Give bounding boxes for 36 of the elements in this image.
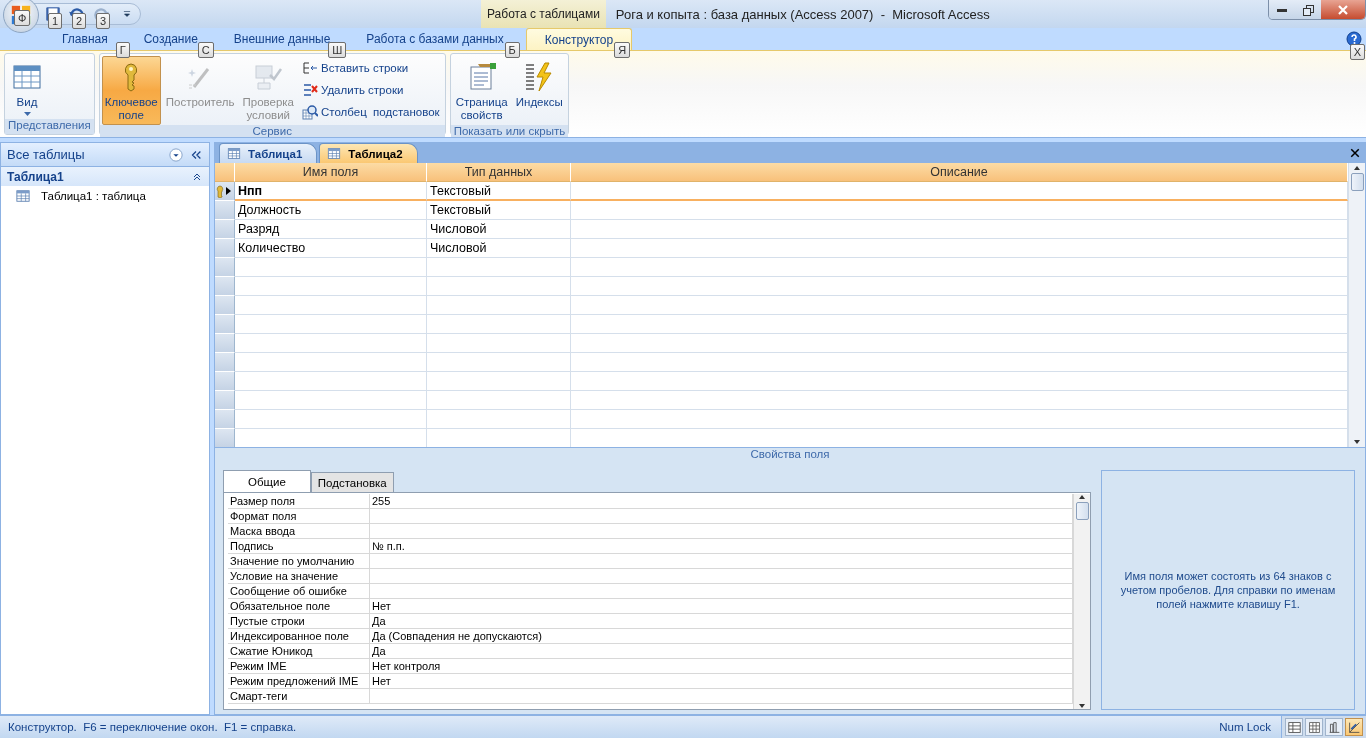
num-lock-indicator: Num Lock [1219, 721, 1271, 733]
keytip-tooltip: Б [504, 42, 520, 58]
group-label: Представления [5, 119, 94, 134]
property-name: Подпись [228, 539, 370, 554]
property-name: Размер поля [228, 494, 370, 509]
keytip-tooltip: С [197, 42, 214, 58]
pane-title: Все таблицы [7, 147, 86, 162]
group-label: Сервис [99, 125, 445, 137]
keytip-tooltip: 3 [96, 13, 111, 29]
status-text: Конструктор. F6 = переключение окон. F1 = справка. [8, 721, 298, 733]
section-title: Свойства поля [215, 447, 1365, 462]
keytip-tooltip: Ф [14, 10, 31, 26]
property-name: Условие на значение [228, 569, 370, 584]
property-name: Смарт-теги [228, 689, 370, 704]
group-title: Таблица1 [7, 169, 64, 184]
help-text: Имя поля может состоять из 64 знаков с учетом пробелов. Для справки по именам полей нажмите клавишу F1. [1101, 470, 1355, 710]
property-name: Значение по умолчанию [228, 554, 370, 569]
keytip-tooltip: Я [614, 42, 631, 58]
property-name: Индексированное поле [228, 629, 370, 644]
property-name: Пустые строки [228, 614, 370, 629]
property-name: Обязательное поле [228, 599, 370, 614]
item-label: Таблица1 : таблица [41, 190, 146, 202]
property-name: Режим предложений IME [228, 674, 370, 689]
property-name: Формат поля [228, 509, 370, 524]
keytip-tooltip: Ш [328, 42, 347, 58]
keytip-tooltip: Г [115, 42, 130, 58]
keytip-tooltip: 2 [72, 13, 87, 29]
context-tab-label: Работа с таблицами [481, 0, 606, 28]
keytip-tooltip: 1 [48, 13, 63, 29]
property-name: Режим IME [228, 659, 370, 674]
group-label: Показать или скрыть [450, 125, 569, 137]
window-title: Рога и копыта : база данных (Access 2007) - Microsoft Access [615, 6, 990, 22]
property-name: Сообщение об ошибке [228, 584, 370, 599]
property-name: Сжатие Юникод [228, 644, 370, 659]
property-name: Маска ввода [228, 524, 370, 539]
keytip-tooltip: X [1349, 44, 1365, 60]
